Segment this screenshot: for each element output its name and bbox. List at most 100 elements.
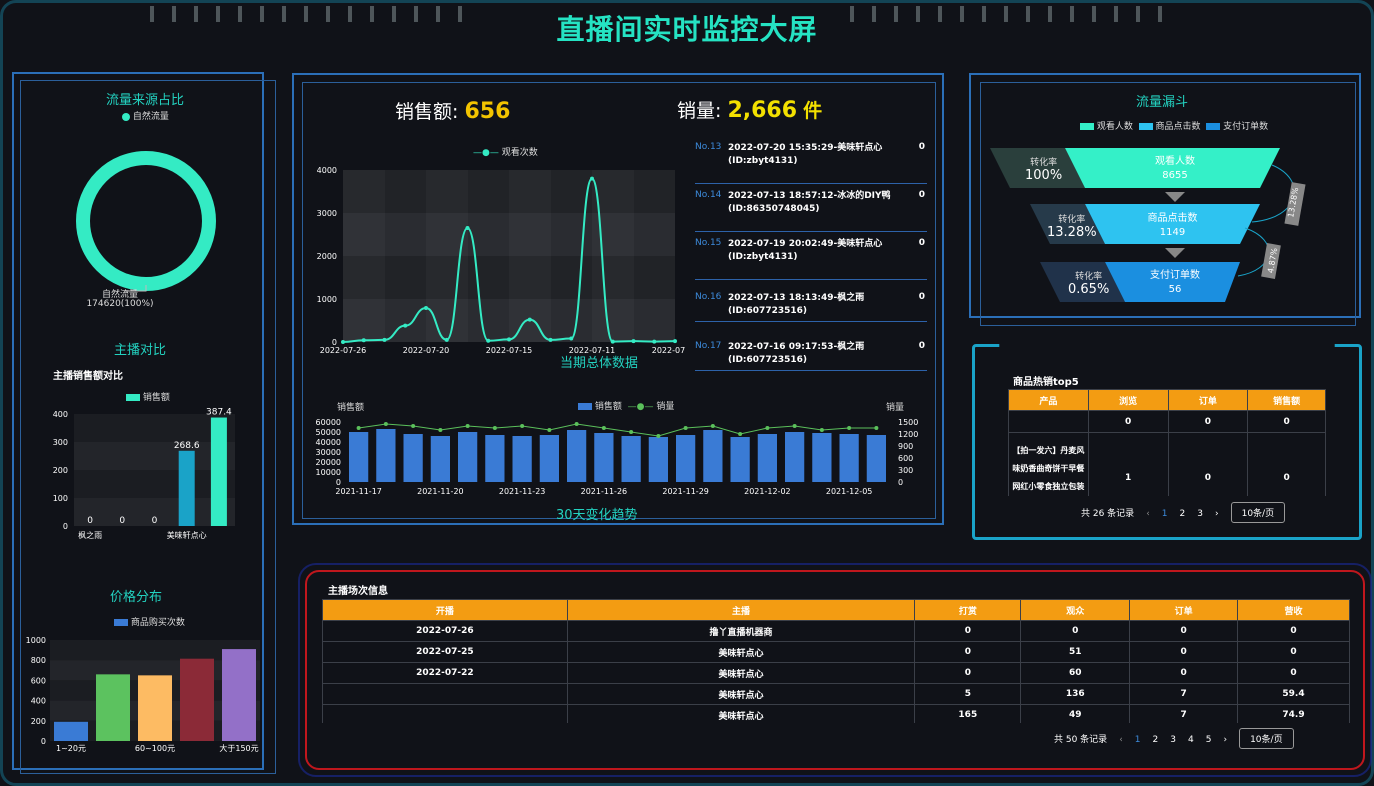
item-value: 0 xyxy=(918,238,925,248)
y-tick-label: 800 xyxy=(31,656,46,665)
y-tick-label: 60000 xyxy=(316,418,341,427)
price-dist-legend: 商品购买次数 xyxy=(114,615,185,628)
column-header[interactable]: 开播 xyxy=(322,599,568,621)
next-page-icon[interactable]: › xyxy=(1215,509,1219,519)
y2-tick-label: 300 xyxy=(898,466,913,475)
price-dist-title: 价格分布 xyxy=(109,590,162,605)
column-header[interactable]: 打赏 xyxy=(914,599,1022,621)
trend-point xyxy=(683,426,688,430)
views-point xyxy=(341,340,345,344)
x-tick-label: 美味轩点心 xyxy=(167,530,207,540)
funnel-stage-1-label: 观看人数 8655 xyxy=(1155,156,1195,181)
sales-summary: 销售额: 656 xyxy=(395,99,511,124)
item-value: 0 xyxy=(918,341,925,351)
live-list-item[interactable]: No.14 2022-07-13 18:57:12-冰冰的DIY鸭(ID:8635… xyxy=(695,190,927,232)
live-list-item[interactable]: No.13 2022-07-20 15:35:29-美味轩点心(ID:zbyt41… xyxy=(695,142,927,184)
grid-col xyxy=(426,170,468,342)
trend-point xyxy=(847,426,852,430)
table-cell xyxy=(322,704,568,723)
trend-bar xyxy=(539,435,559,482)
x-tick-label: 2021-11-23 xyxy=(499,487,546,496)
trend-bar xyxy=(349,432,369,482)
table-cell: 0 xyxy=(914,620,1022,642)
trend-bar xyxy=(730,437,750,482)
table-row[interactable]: 2022-07-26 撸丫直播机器商 0 0 0 0 xyxy=(322,620,1350,642)
x-tick-label: 2022-07-04 xyxy=(652,346,685,355)
anchor-bar-chart: 400 300 200 100 0 0 0 0 268.6 387.4 枫之雨 美味轩点心 xyxy=(53,408,235,540)
x-tick-label: 2022-07-15 xyxy=(486,346,533,355)
funnel-legend: 观看人数 商品点击数 支付订单数 xyxy=(1080,119,1268,132)
table-cell: 0 xyxy=(914,641,1022,663)
table-row[interactable]: 000 xyxy=(1008,410,1326,433)
table-cell: 0 xyxy=(1247,432,1326,496)
trend-point xyxy=(492,426,497,430)
x-tick-label: 2022-07-20 xyxy=(403,346,450,355)
sessions-table-wrap: 开播 主播 打赏 观众 订单 营收 2022-07-26 撸丫直播机器商 0 0 0 0 2022-0… xyxy=(322,599,1352,723)
next-page-icon[interactable]: › xyxy=(1223,735,1227,745)
page-button[interactable]: 1 xyxy=(1135,735,1141,745)
table-row[interactable]: 2022-07-25 美味轩点心 0 51 0 0 xyxy=(322,641,1350,663)
hot-products-table-wrap: 产品 浏览 订单 销售额 0 0 0 【拍一发六】丹麦风味奶香曲奇饼干早餐网红小零食独立包装… xyxy=(1008,389,1330,496)
grid-band xyxy=(74,470,235,498)
item-text: 2022-07-19 20:02:49-美味轩点心(ID:zbyt4131) xyxy=(728,239,883,262)
column-header[interactable]: 营收 xyxy=(1237,599,1350,621)
trend-bar xyxy=(839,434,859,482)
column-header[interactable]: 浏览 xyxy=(1087,389,1169,411)
table-cell: 59.4 xyxy=(1237,683,1350,705)
page-button[interactable]: 2 xyxy=(1180,509,1186,519)
column-header[interactable]: 订单 xyxy=(1167,389,1249,411)
table-row[interactable]: 美味轩点心 165 49 7 74.9 xyxy=(322,704,1350,723)
page-size-select[interactable]: 10条/页 xyxy=(1230,502,1286,523)
table-cell: 1 xyxy=(1087,432,1169,496)
page-size-select[interactable]: 10条/页 xyxy=(1239,728,1294,749)
trend-point xyxy=(738,432,743,436)
price-bar xyxy=(54,721,88,741)
table-row[interactable]: 【拍一发六】丹麦风味奶香曲奇饼干早餐网红小零食独立包装56100 xyxy=(1008,432,1326,496)
sessions-table: 开播 主播 打赏 观众 订单 营收 2022-07-26 撸丫直播机器商 0 0 0 0 2022-0… xyxy=(322,599,1350,723)
views-point xyxy=(361,338,366,343)
column-header[interactable]: 产品 xyxy=(1008,389,1089,411)
anchor-compare-subtitle: 主播销售额对比 xyxy=(53,371,123,382)
prev-page-icon[interactable]: ‹ xyxy=(1146,509,1150,519)
funnel-title: 流量漏斗 xyxy=(1135,95,1188,110)
table-row[interactable]: 美味轩点心 5 136 7 59.4 xyxy=(322,683,1350,705)
x-tick-label: 大于150元 xyxy=(219,743,258,753)
trend-point xyxy=(520,424,525,428)
anchor-bar xyxy=(210,417,227,526)
y-tick-label: 600 xyxy=(31,676,46,685)
page-button[interactable]: 1 xyxy=(1162,509,1168,519)
x-tick-label: 2021-11-17 xyxy=(335,487,382,496)
item-value: 0 xyxy=(918,292,925,302)
views-point xyxy=(486,338,491,343)
page-button[interactable]: 3 xyxy=(1170,735,1176,745)
live-list-item[interactable]: No.17 2022-07-16 09:17:53-枫之雨(ID:60772351… xyxy=(695,341,927,371)
y-tick-label: 100 xyxy=(53,494,68,503)
grid-col xyxy=(592,170,634,342)
item-value: 0 xyxy=(918,142,925,152)
column-header[interactable]: 观众 xyxy=(1020,599,1131,621)
y-tick-label: 200 xyxy=(53,466,68,475)
page-button[interactable]: 5 xyxy=(1206,735,1212,745)
column-header[interactable]: 销售额 xyxy=(1247,389,1326,411)
table-row[interactable]: 2022-07-22 美味轩点心 0 60 0 0 xyxy=(322,662,1350,684)
trend-point xyxy=(356,426,361,430)
table-cell xyxy=(1008,410,1089,433)
item-value: 0 xyxy=(918,190,925,200)
table-cell xyxy=(322,683,568,705)
live-list-item[interactable]: No.16 2022-07-13 18:13:49-枫之雨(ID:60772351… xyxy=(695,292,927,322)
table-cell: 136 xyxy=(1020,683,1131,705)
table-cell: 2022-07-22 xyxy=(322,662,568,684)
page-button[interactable]: 3 xyxy=(1197,509,1203,519)
table-cell: 0 xyxy=(1020,620,1131,642)
table-cell: 0 xyxy=(1167,432,1249,496)
live-list-item[interactable]: No.15 2022-07-19 20:02:49-美味轩点心(ID:zbyt41… xyxy=(695,238,927,280)
trend-bar xyxy=(485,435,505,482)
item-text: 2022-07-13 18:57:12-冰冰的DIY鸭(ID:863507480… xyxy=(728,191,891,214)
page-button[interactable]: 4 xyxy=(1188,735,1194,745)
column-header[interactable]: 订单 xyxy=(1129,599,1239,621)
prev-page-icon[interactable]: ‹ xyxy=(1119,735,1123,745)
item-text: 2022-07-16 09:17:53-枫之雨(ID:607723516) xyxy=(728,342,865,365)
column-header[interactable]: 主播 xyxy=(566,599,916,621)
trend-point xyxy=(710,424,715,428)
page-button[interactable]: 2 xyxy=(1153,735,1159,745)
